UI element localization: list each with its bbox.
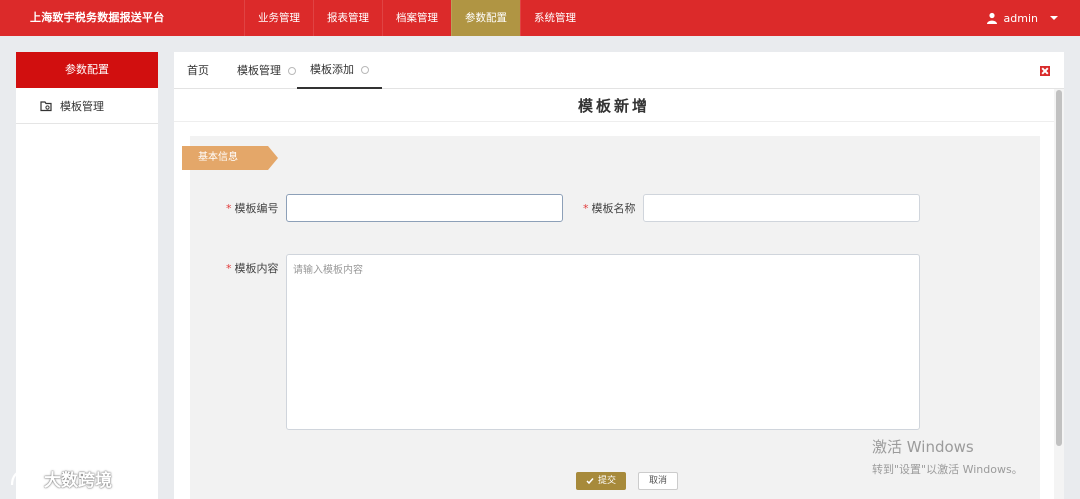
top-bar: 上海致宇税务数据报送平台 业务管理 报表管理 档案管理 参数配置 系统管理 ad… (0, 0, 1080, 36)
tab-template-add[interactable]: 模板添加 (297, 52, 382, 89)
name-label: * 模板名称 (583, 200, 636, 216)
close-tab-icon[interactable] (361, 65, 369, 74)
check-icon (586, 478, 594, 485)
required-mark: * (226, 202, 232, 215)
nav-item-business[interactable]: 业务管理 (244, 0, 313, 36)
name-label-text: 模板名称 (591, 202, 636, 215)
folder-icon (40, 100, 52, 111)
nav-item-params[interactable]: 参数配置 (451, 0, 520, 36)
tab-template-management[interactable]: 模板管理 (237, 52, 296, 89)
nav-item-archives[interactable]: 档案管理 (382, 0, 451, 36)
section-header: 基本信息 (182, 146, 278, 170)
brand-logo-icon (10, 470, 40, 485)
section-title: 基本信息 (198, 152, 238, 163)
tab-label: 模板添加 (310, 62, 354, 76)
activation-title: 激活 Windows (872, 438, 974, 456)
user-menu[interactable]: admin (986, 0, 1058, 36)
cancel-button[interactable]: 取消 (638, 472, 679, 490)
sidebar-item-template-management[interactable]: 模板管理 (16, 88, 158, 124)
user-name: admin (1003, 11, 1038, 25)
close-all-tabs-icon[interactable] (1040, 66, 1050, 76)
scrollbar-thumb[interactable] (1056, 90, 1062, 446)
tab-bar: 首页 模板管理 模板添加 (174, 52, 1064, 89)
brand-watermark: 大数跨境 (10, 466, 112, 491)
required-mark: * (226, 262, 232, 275)
brand-watermark-text: 大数跨境 (44, 471, 112, 491)
template-name-input[interactable] (643, 194, 920, 222)
main-panel: 首页 模板管理 模板添加 模板新增 基本信息 * 模板编号 * 模板名称 * 模… (174, 52, 1064, 499)
cancel-label: 取消 (649, 476, 668, 486)
sidebar-title: 参数配置 (16, 52, 158, 88)
template-content-textarea[interactable] (286, 254, 920, 430)
code-label-text: 模板编号 (234, 202, 279, 215)
content-label: * 模板内容 (226, 260, 279, 276)
submit-label: 提交 (598, 476, 617, 486)
template-code-input[interactable] (286, 194, 563, 222)
form-actions: 提交 取消 (576, 472, 679, 490)
chevron-down-icon (1050, 16, 1058, 20)
page-title: 模板新增 (174, 90, 1054, 122)
tab-home[interactable]: 首页 (187, 52, 209, 89)
windows-activation-watermark: 激活 Windows 转到"设置"以激活 Windows。 (872, 436, 1023, 477)
nav-item-reports[interactable]: 报表管理 (313, 0, 382, 36)
tab-label: 模板管理 (237, 63, 281, 77)
required-mark: * (583, 202, 589, 215)
sidebar: 参数配置 模板管理 (16, 52, 158, 499)
submit-button[interactable]: 提交 (576, 472, 627, 490)
main-nav: 业务管理 报表管理 档案管理 参数配置 系统管理 (244, 0, 589, 36)
user-icon (986, 12, 997, 24)
app-title: 上海致宇税务数据报送平台 (30, 11, 165, 24)
close-tab-icon[interactable] (288, 66, 296, 75)
tab-label: 首页 (187, 63, 209, 77)
activation-hint: 转到"设置"以激活 Windows。 (872, 463, 1023, 476)
sidebar-item-label: 模板管理 (60, 99, 104, 113)
content-label-text: 模板内容 (234, 262, 279, 275)
nav-item-system[interactable]: 系统管理 (520, 0, 589, 36)
code-label: * 模板编号 (226, 200, 279, 216)
